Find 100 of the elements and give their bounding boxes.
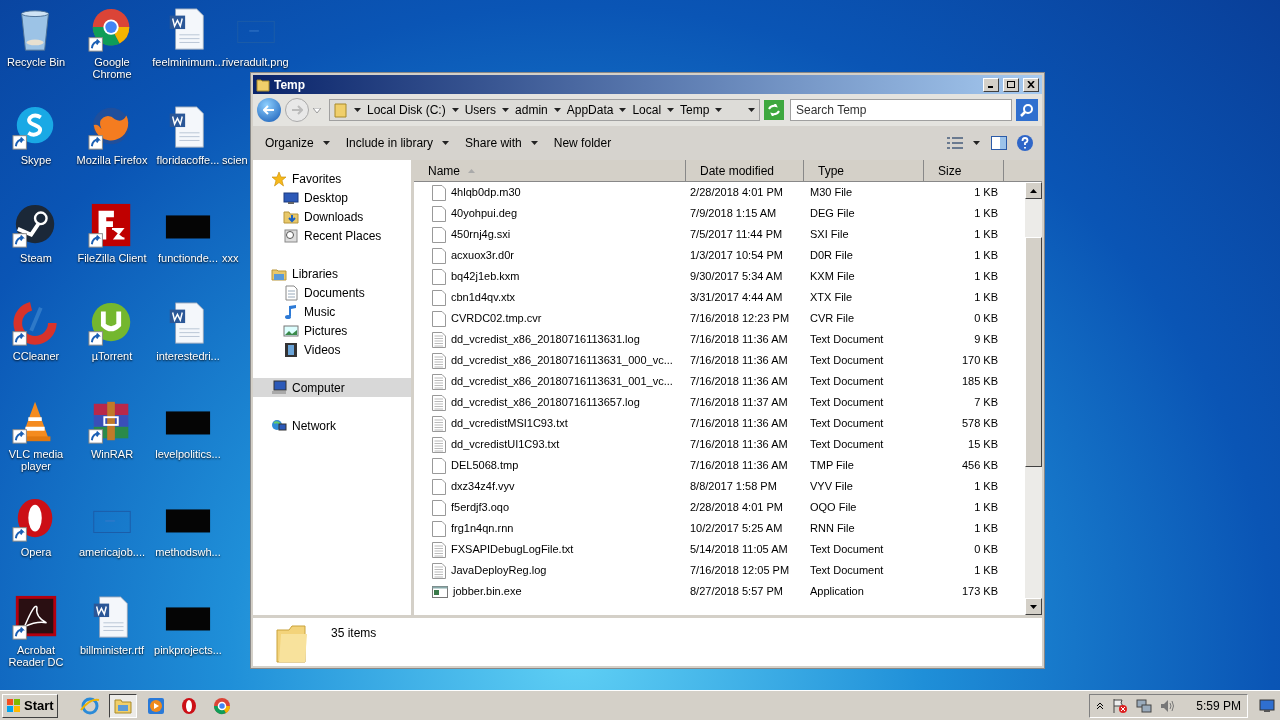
search-input[interactable]: Search Temp	[796, 101, 1011, 119]
desktop-icon-label[interactable]: scien	[222, 154, 248, 166]
file-name[interactable]: dd_vcredistMSI1C93.txt	[451, 415, 568, 432]
taskbar-button[interactable]	[108, 693, 137, 718]
desktop-icon-label[interactable]: billminister.rtf	[79, 644, 145, 656]
file-icon	[432, 268, 446, 285]
nav-item[interactable]: Desktop	[253, 188, 411, 207]
nav-item[interactable]: Pictures	[253, 321, 411, 340]
breadcrumb-item[interactable]: AppData	[566, 101, 614, 119]
forward-arrow-icon	[291, 105, 303, 115]
desktop-icon-label[interactable]: floridacoffe...	[156, 154, 220, 166]
back-button[interactable]	[257, 98, 281, 122]
caret-icon	[667, 108, 675, 112]
chevron-up-icon[interactable]	[1096, 701, 1105, 710]
date-cell-text: 7/16/2018 11:36 AM	[689, 332, 789, 348]
file-name[interactable]: jobber.bin.exe	[453, 583, 522, 600]
nav-item[interactable]: Network	[253, 416, 411, 435]
close-button[interactable]	[1023, 77, 1039, 92]
size-cell-text: 1 KB	[973, 227, 999, 243]
breadcrumb-item[interactable]: admin	[515, 101, 548, 119]
nav-item[interactable]: Recent Places	[253, 226, 411, 245]
caret-icon	[451, 108, 459, 112]
file-name[interactable]: dd_vcredist_x86_20180716113631_000_vc...	[451, 352, 673, 369]
toolbar-button[interactable]: New folder	[545, 131, 620, 155]
desktop-icon-label[interactable]: xxx	[222, 252, 239, 264]
desktop-icon-label[interactable]: WinRAR	[90, 448, 134, 460]
maximize-button[interactable]	[1003, 77, 1019, 92]
desktop-icon-label[interactable]: americajob....	[79, 546, 145, 558]
desktop-icon-label[interactable]: levelpolitics...	[155, 448, 221, 460]
text-file-icon	[432, 541, 446, 558]
address-bar[interactable]: Local Disk (C:) Users admin AppData Local Temp	[329, 99, 760, 121]
desktop-icon-label[interactable]: µTorrent	[91, 350, 133, 362]
desktop-icon-label[interactable]: Acrobat Reader DC	[0, 644, 74, 668]
file-name[interactable]: bq42j1eb.kxm	[451, 268, 520, 285]
desktop-icon-label[interactable]: interestedri...	[156, 350, 220, 362]
toolbar-button[interactable]: Include in library	[337, 131, 458, 155]
nav-item[interactable]: Libraries	[253, 264, 411, 283]
breadcrumb-item[interactable]: Local Disk (C:)	[367, 101, 446, 119]
nav-item[interactable]: Computer	[253, 378, 411, 397]
search-field[interactable]: Search Temp	[790, 99, 1012, 121]
nav-item[interactable]: Music	[253, 302, 411, 321]
desktop-icon-label[interactable]: Opera	[20, 546, 52, 558]
toolbar-button[interactable]: Share with	[457, 131, 546, 155]
caret-icon	[553, 108, 561, 112]
toolbar-button[interactable]: Organize	[257, 131, 338, 155]
file-name[interactable]: cbn1d4qv.xtx	[451, 289, 515, 306]
file-name[interactable]: dd_vcredist_x86_20180716113631.log	[451, 331, 640, 348]
breadcrumb-item[interactable]: Users	[464, 101, 497, 119]
column-header[interactable]: Size	[924, 160, 1004, 182]
column-header[interactable]: Type	[804, 160, 924, 182]
column-header[interactable]: Date modified	[686, 160, 804, 182]
caret-icon	[502, 108, 510, 112]
file-name[interactable]: CVRDC02.tmp.cvr	[451, 310, 542, 327]
desktop-icon-label[interactable]: FileZilla Client	[77, 252, 147, 264]
size-cell-text: 1 KB	[973, 206, 999, 222]
refresh-button[interactable]	[764, 100, 784, 120]
nav-item[interactable]: Documents	[253, 283, 411, 302]
search-button[interactable]	[1016, 99, 1038, 121]
file-name[interactable]: 40yohpui.deg	[451, 205, 518, 222]
desktop-icon-label[interactable]: VLC media player	[0, 448, 74, 472]
minimize-button[interactable]	[983, 77, 999, 92]
file-name[interactable]: 4hlqb0dp.m30	[451, 184, 521, 201]
desktop-icon-label[interactable]: Skype	[20, 154, 52, 166]
file-name[interactable]: JavaDeployReg.log	[451, 562, 547, 579]
network-icon[interactable]	[1136, 697, 1153, 714]
column-header[interactable]: Name	[414, 160, 686, 182]
file-name[interactable]: dd_vcredist_x86_20180716113657.log	[451, 394, 640, 411]
file-name[interactable]: DEL5068.tmp	[451, 457, 519, 474]
desktop-icon-label[interactable]: pinkprojects...	[154, 644, 222, 656]
desktop-icon-label[interactable]: riveradult.png	[222, 56, 289, 68]
desktop-icon-label[interactable]: methodswh...	[155, 546, 221, 558]
date-cell-text: 7/16/2018 11:36 AM	[689, 416, 789, 432]
desktop-icon-label[interactable]: functionde...	[158, 252, 218, 264]
file-name[interactable]: dd_vcredist_x86_20180716113631_001_vc...	[451, 373, 673, 390]
start-button[interactable]: Start	[2, 693, 58, 718]
flag-warning-icon[interactable]	[1112, 697, 1129, 714]
desktop-icon-label[interactable]: Recycle Bin	[6, 56, 66, 68]
nav-item[interactable]: Favorites	[253, 169, 411, 188]
desktop-icon-label[interactable]: Google Chrome	[74, 56, 150, 80]
clock[interactable]: 5:59 PM	[1196, 696, 1241, 715]
file-name[interactable]: FXSAPIDebugLogFile.txt	[451, 541, 574, 558]
desktop-icon-label[interactable]: CCleaner	[12, 350, 60, 362]
breadcrumb-item[interactable]: Temp	[680, 101, 710, 119]
breadcrumb-item[interactable]: Local	[632, 101, 662, 119]
file-name[interactable]: 450rnj4g.sxi	[451, 226, 511, 243]
file-name[interactable]: frg1n4qn.rnn	[451, 520, 514, 537]
desktop-icon-label[interactable]: Mozilla Firefox	[76, 154, 148, 166]
desktop-icon-label[interactable]: Steam	[20, 252, 52, 264]
file-name[interactable]: f5erdjf3.oqo	[451, 499, 510, 516]
nav-item[interactable]: Downloads	[253, 207, 411, 226]
scrollbar[interactable]	[1025, 182, 1042, 615]
file-name[interactable]: dxz34z4f.vyv	[451, 478, 515, 495]
preview-pane-icon	[991, 136, 1007, 150]
scrollbar-thumb[interactable]	[1025, 237, 1042, 467]
star-icon	[271, 170, 287, 187]
size-cell-text: 1 KB	[973, 479, 999, 495]
file-name[interactable]: dd_vcredistUI1C93.txt	[451, 436, 560, 453]
nav-item[interactable]: Videos	[253, 340, 411, 359]
history-caret-icon[interactable]	[313, 107, 321, 113]
file-name[interactable]: acxuox3r.d0r	[451, 247, 514, 264]
